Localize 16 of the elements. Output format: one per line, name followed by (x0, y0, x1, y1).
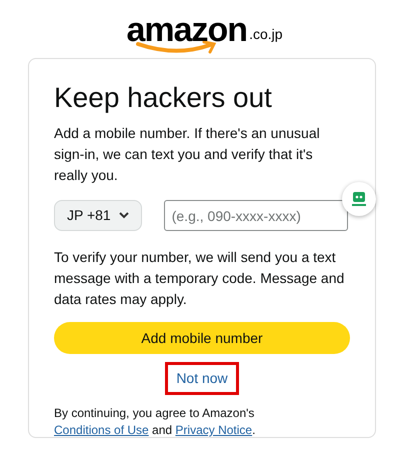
conditions-of-use-link[interactable]: Conditions of Use (54, 423, 149, 437)
privacy-notice-link[interactable]: Privacy Notice (175, 423, 252, 437)
not-now-link[interactable]: Not now (165, 362, 239, 395)
add-mobile-number-button[interactable]: Add mobile number (54, 322, 350, 354)
smile-arrow-icon (136, 41, 218, 55)
password-manager-badge[interactable] (342, 182, 376, 216)
legal-text: By continuing, you agree to Amazon's Conditions of Use and Privacy Notice. (54, 405, 256, 439)
country-code-dropdown[interactable]: JP +81 (54, 200, 142, 231)
robot-face-icon (351, 191, 367, 207)
chevron-down-icon (118, 212, 129, 219)
intro-text: Add a mobile number. If there's an unusual sign-in, we can text you and verify that it's really you. (54, 124, 321, 185)
info-text: To verify your number, we will send you a text message with a temporary code. Message and data rates may apply. (54, 248, 346, 309)
logo-wordmark: amazon (126, 12, 248, 48)
logo-domain: .co.jp (249, 25, 283, 44)
phone-number-field[interactable]: (e.g., 090-xxxx-xxxx) (164, 200, 348, 231)
page-title: Keep hackers out (54, 81, 273, 115)
